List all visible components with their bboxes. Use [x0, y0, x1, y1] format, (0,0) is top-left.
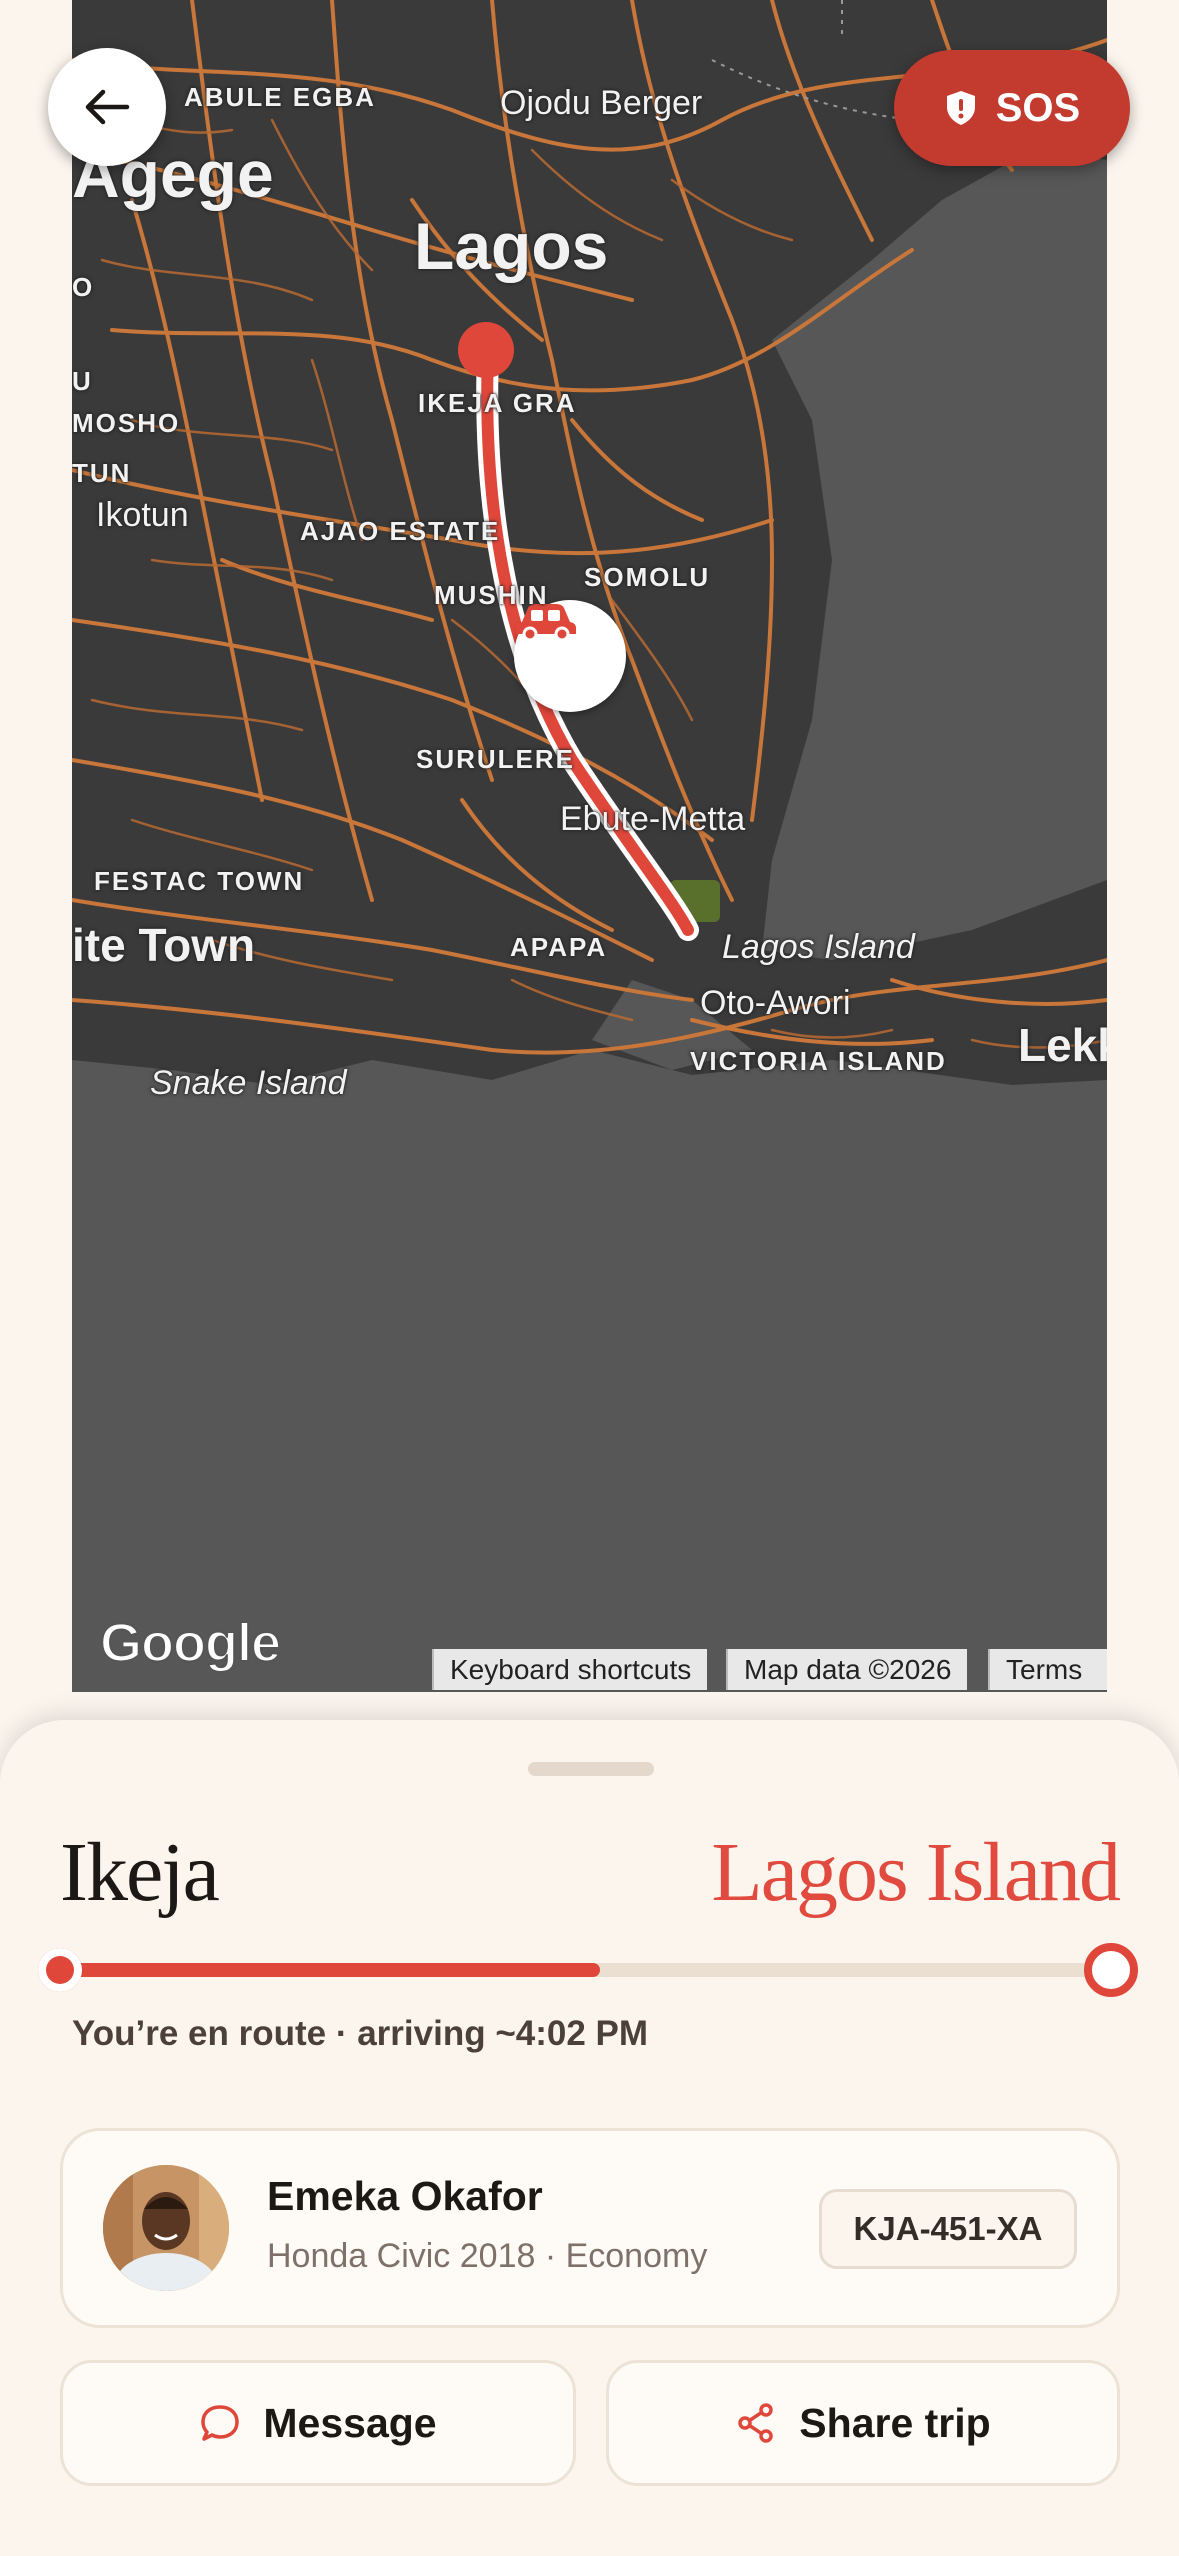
map-label-festac-town: FESTAC TOWN — [94, 866, 305, 896]
car-icon[interactable] — [514, 600, 626, 712]
arrow-left-icon — [85, 89, 130, 125]
sheet-drag-handle[interactable] — [528, 1762, 654, 1776]
chat-bubble-icon — [201, 2405, 240, 2441]
map-label-mosho: MOSHO — [72, 408, 181, 438]
avatar — [103, 2165, 229, 2291]
map-label-tun: TUN — [72, 458, 132, 488]
share-icon — [738, 2403, 774, 2443]
map-label-satellite-town: ite Town — [72, 919, 256, 971]
driver-vehicle: Honda Civic 2018 · Economy — [267, 2237, 708, 2275]
map-label-snake-island: Snake Island — [150, 1064, 347, 1102]
map-data-attribution[interactable]: Map data ©2026 — [726, 1649, 968, 1690]
map-label-ajao-estate: AJAO ESTATE — [300, 516, 501, 546]
map-label-u: U — [72, 366, 93, 396]
back-button[interactable] — [48, 48, 166, 166]
map-label-apapa: APAPA — [510, 932, 608, 962]
keyboard-shortcuts-link[interactable]: Keyboard shortcuts — [432, 1649, 708, 1690]
map-label-ikotun: Ikotun — [96, 496, 189, 534]
trip-origin: Ikeja — [60, 1826, 220, 1919]
trip-status: You’re en route · arriving ~4:02 PM — [72, 2014, 649, 2053]
trip-progress-fill — [60, 1963, 600, 1977]
progress-end-dot — [1084, 1943, 1138, 1997]
map-label-mushin: MUSHIN — [434, 580, 549, 610]
terms-link[interactable]: Terms — [988, 1649, 1107, 1690]
share-trip-button[interactable]: Share trip — [606, 2360, 1120, 2486]
trip-sheet: Ikeja Lagos Island You’re en route · arr… — [0, 1720, 1179, 2556]
map-label-surulere: SURULERE — [416, 744, 576, 774]
map-label-oto-awori: Oto-Awori — [700, 984, 851, 1022]
sos-button[interactable]: SOS — [894, 50, 1130, 166]
map-label-lekki: Lekk — [1018, 1019, 1107, 1071]
map-label-ojodu-berger: Ojodu Berger — [500, 84, 703, 122]
map-pin-icon — [454, 320, 518, 384]
message-label: Message — [263, 2399, 437, 2446]
driver-card[interactable]: Emeka Okafor Honda Civic 2018 · Economy … — [60, 2128, 1120, 2328]
share-trip-label: Share trip — [799, 2399, 991, 2446]
progress-start-dot — [38, 1948, 82, 1992]
map-view[interactable]: ABULE EGBA Ojodu Berger Agege Lagos O IK… — [72, 0, 1107, 1692]
map-label-lagos-island: Lagos Island — [722, 928, 915, 966]
map-label-ebute-metta: Ebute-Metta — [560, 800, 746, 838]
trip-progress-bar — [38, 1943, 1138, 1997]
driver-name: Emeka Okafor — [267, 2173, 543, 2219]
map-label-somolu: SOMOLU — [584, 562, 711, 592]
map-label-lagos: Lagos — [414, 209, 609, 283]
trip-destination: Lagos Island — [711, 1826, 1121, 1919]
shield-alert-icon — [946, 91, 975, 125]
google-logo: Google — [99, 1612, 282, 1674]
map-label-victoria-island: VICTORIA ISLAND — [690, 1046, 947, 1076]
sos-label: SOS — [995, 85, 1081, 130]
license-plate: KJA-451-XA — [819, 2189, 1077, 2269]
map-label-ikeja-gra: IKEJA GRA — [418, 388, 577, 418]
map-label-abule-egba: ABULE EGBA — [184, 82, 376, 112]
map-label-o: O — [72, 272, 95, 302]
message-button[interactable]: Message — [60, 2360, 576, 2486]
